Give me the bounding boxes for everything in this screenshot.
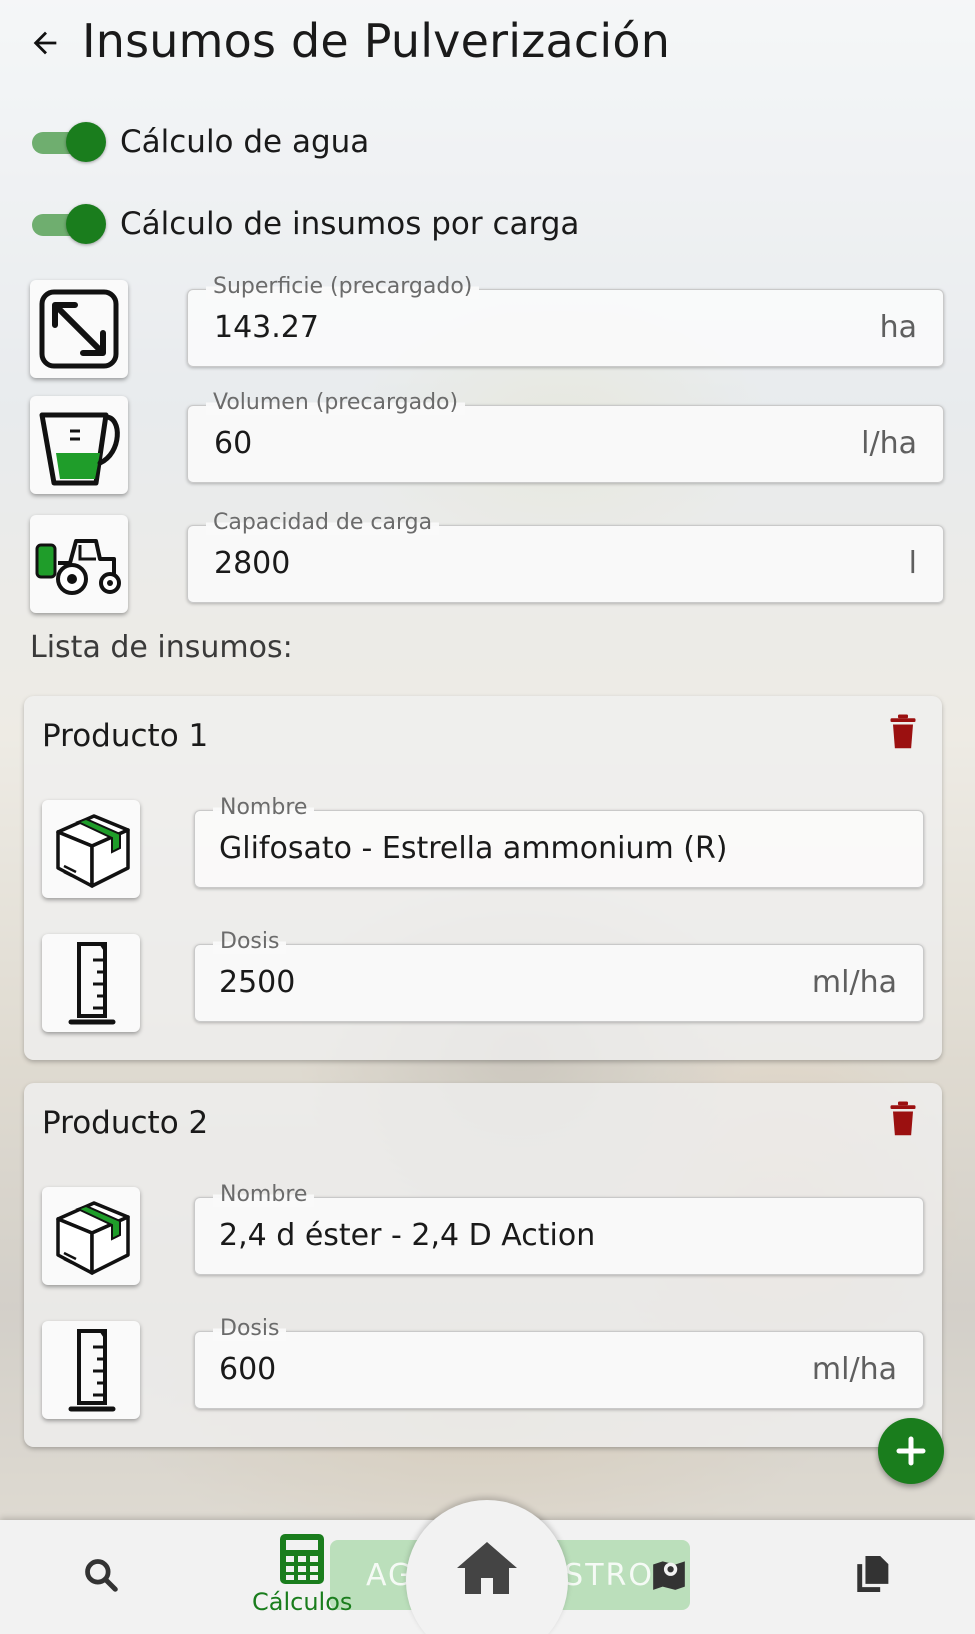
package-box-icon [56,814,130,888]
product-title: Producto 1 [42,718,209,754]
delete-trash-icon[interactable] [888,1101,918,1137]
product-card: Producto 2 Nombre 2,4 d éster - 2,4 D Ac… [24,1083,942,1447]
toggle-row-load: Cálculo de insumos por carga [30,204,579,244]
tractor-icon [35,539,121,595]
product-dose-value: 600 [219,1352,277,1387]
product-dose-field[interactable]: Dosis 600 ml/ha [194,1316,924,1409]
measuring-jug-icon [39,412,120,486]
product-name-value: Glifosato - Estrella ammonium (R) [219,831,728,866]
water-calc-toggle[interactable] [30,122,106,162]
plus-icon [896,1436,926,1466]
product-name-label: Nombre [213,1182,315,1207]
product-dose-unit: ml/ha [811,965,897,1000]
load-calc-toggle[interactable] [30,204,106,244]
capacity-field-label: Capacidad de carga [206,510,440,535]
water-calc-label: Cálculo de agua [120,124,370,160]
package-box-icon [56,1201,130,1275]
product-box-icon-box [42,800,140,898]
product-name-label: Nombre [213,795,315,820]
search-icon [85,1559,118,1592]
map-marker-icon [653,1561,685,1590]
home-icon [457,1542,517,1594]
product-name-field[interactable]: Nombre Glifosato - Estrella ammonium (R) [194,795,924,888]
product-dose-label: Dosis [213,1316,287,1341]
area-field-label: Superficie (precargado) [206,274,480,299]
copy-documents-icon [857,1556,889,1592]
capacity-field-value: 2800 [214,546,291,581]
product-name-value: 2,4 d éster - 2,4 D Action [219,1218,596,1253]
capacity-icon-box [30,515,128,613]
dose-icon-box [42,934,140,1032]
nav-calculos[interactable]: Cálculos [252,1532,352,1616]
area-field-value: 143.27 [214,310,319,345]
capacity-field-unit: l [908,546,917,581]
volume-icon-box [30,396,128,494]
volume-field-value: 60 [214,426,253,461]
page-title: Insumos de Pulverización [82,14,671,68]
load-calc-label: Cálculo de insumos por carga [120,206,580,242]
product-list-title: Lista de insumos: [30,630,293,665]
volume-field-unit: l/ha [861,426,917,461]
graduated-cylinder-icon [68,1329,116,1412]
add-product-button[interactable] [878,1418,944,1484]
area-field[interactable]: Superficie (precargado) 143.27 ha [187,274,944,367]
dose-icon-box [42,1321,140,1419]
graduated-cylinder-icon [68,942,116,1025]
product-name-field[interactable]: Nombre 2,4 d éster - 2,4 D Action [194,1182,924,1275]
product-box-icon-box [42,1187,140,1285]
nav-calculos-label: Cálculos [252,1588,353,1616]
area-field-unit: ha [879,310,917,345]
product-dose-value: 2500 [219,965,296,1000]
product-dose-unit: ml/ha [811,1352,897,1387]
volume-field-label: Volumen (precargado) [206,390,466,415]
back-arrow-icon[interactable] [28,26,62,60]
capacity-field[interactable]: Capacidad de carga 2800 l [187,510,944,603]
product-dose-label: Dosis [213,929,287,954]
nav-search[interactable] [82,1556,120,1594]
area-icon-box [30,280,128,378]
product-card: Producto 1 Nombre Glifosato - Estrella a… [24,696,942,1060]
app-header: Insumos de Pulverización [0,0,975,96]
toggle-row-water: Cálculo de agua [30,122,369,162]
nav-map[interactable] [650,1554,688,1594]
delete-trash-icon[interactable] [888,714,918,750]
ghost-text-right: ISTRO [553,1557,654,1593]
nav-documents[interactable] [854,1554,890,1594]
resize-arrows-icon [39,289,119,369]
product-title: Producto 2 [42,1105,209,1141]
volume-field[interactable]: Volumen (precargado) 60 l/ha [187,390,944,483]
product-dose-field[interactable]: Dosis 2500 ml/ha [194,929,924,1022]
calculator-icon [280,1534,325,1584]
